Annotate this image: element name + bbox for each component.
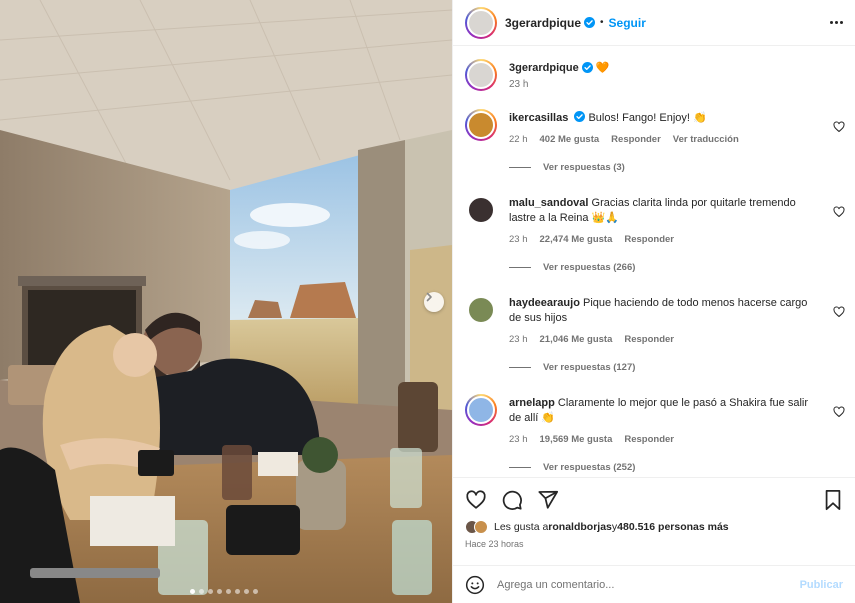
comment-likes[interactable]: 402 Me gusta [540, 132, 600, 147]
header-separator: • [600, 17, 604, 28]
like-comment-heart-icon[interactable] [833, 406, 845, 418]
reply-button[interactable]: Responder [624, 332, 674, 347]
verified-badge-icon [574, 111, 586, 122]
comment-item: ikercasillas Bulos! Fango! Enjoy! 👏 22 h… [453, 109, 855, 175]
view-replies-button[interactable]: Ver respuestas (266) [509, 260, 815, 275]
view-replies-label: Ver respuestas (3) [543, 162, 625, 173]
comment-likes[interactable]: 21,046 Me gusta [540, 332, 613, 347]
like-comment-heart-icon[interactable] [833, 306, 845, 318]
carousel-dot [199, 589, 204, 594]
comment-input[interactable] [497, 578, 800, 591]
carousel-dot [190, 589, 195, 594]
likes-summary: Les gusta a ronaldborjas y 480.516 perso… [465, 520, 843, 534]
likes-count[interactable]: 480.516 personas más [617, 521, 729, 533]
comment-icon[interactable] [501, 489, 523, 511]
share-icon[interactable] [537, 489, 559, 511]
likes-prefix: Les gusta a [494, 521, 549, 533]
more-options-icon[interactable] [830, 21, 843, 24]
comment-item: arnelapp Claramente lo mejor que le pasó… [453, 394, 855, 475]
post-time[interactable]: Hace 23 horas [465, 539, 843, 549]
publish-button[interactable]: Publicar [800, 579, 843, 591]
view-replies-button[interactable]: Ver respuestas (252) [509, 460, 815, 475]
carousel-dot [226, 589, 231, 594]
post-header: 3gerardpique • Seguir [453, 0, 855, 46]
comment-time[interactable]: 23 h [509, 232, 528, 247]
comment-item: haydeearaujo Pique haciendo de todo meno… [453, 294, 855, 375]
view-replies-button[interactable]: Ver respuestas (3) [509, 160, 739, 175]
commenter-avatar[interactable] [465, 109, 497, 141]
instagram-post: 3gerardpique • Seguir 3gerardpique 🧡 23 … [0, 0, 855, 603]
heart-icon[interactable] [465, 489, 487, 511]
comment-time[interactable]: 22 h [509, 132, 528, 147]
comment-username[interactable]: malu_sandoval [509, 197, 588, 209]
comment-time[interactable]: 23 h [509, 332, 528, 347]
post-caption: 3gerardpique 🧡 23 h [453, 47, 855, 91]
photo-illustration [0, 0, 452, 603]
comment-username[interactable]: arnelapp [509, 397, 555, 409]
comment-username[interactable]: haydeearaujo [509, 297, 580, 309]
follow-button[interactable]: Seguir [609, 16, 646, 30]
reply-button[interactable]: Responder [611, 132, 661, 147]
commenter-avatar[interactable] [465, 294, 497, 326]
view-replies-label: Ver respuestas (252) [543, 462, 636, 473]
comment-item: malu_sandoval Gracias clarita linda por … [453, 194, 855, 275]
reply-button[interactable]: Responder [624, 432, 674, 447]
next-slide-button[interactable] [424, 292, 444, 312]
carousel-dot [235, 589, 240, 594]
chevron-right-icon [426, 292, 432, 302]
post-actions: Les gusta a ronaldborjas y 480.516 perso… [453, 477, 855, 549]
verified-badge-icon [584, 17, 596, 28]
view-replies-button[interactable]: Ver respuestas (127) [509, 360, 815, 375]
caption-username[interactable]: 3gerardpique [509, 62, 579, 74]
carousel-indicator [190, 589, 258, 594]
comment-text: Bulos! Fango! Enjoy! 👏 [588, 112, 707, 124]
comment-username[interactable]: ikercasillas [509, 112, 568, 124]
commenter-avatar[interactable] [465, 194, 497, 226]
post-photo[interactable] [0, 0, 452, 603]
view-replies-label: Ver respuestas (266) [543, 262, 636, 273]
commenter-avatar[interactable] [465, 394, 497, 426]
carousel-dot [217, 589, 222, 594]
caption-time: 23 h [509, 79, 529, 90]
comment-likes[interactable]: 19,569 Me gusta [540, 432, 613, 447]
carousel-dot [208, 589, 213, 594]
comment-likes[interactable]: 22,474 Me gusta [540, 232, 613, 247]
emoji-icon[interactable] [465, 575, 485, 595]
verified-badge-icon [581, 62, 593, 73]
author-avatar[interactable] [465, 59, 497, 91]
bookmark-icon[interactable] [823, 489, 843, 511]
add-comment-bar: Publicar [453, 565, 855, 603]
author-username[interactable]: 3gerardpique [505, 16, 581, 30]
liker-avatar [474, 520, 488, 534]
carousel-dot [244, 589, 249, 594]
comments-list[interactable]: 3gerardpique 🧡 23 h ikercasillas Bulos! … [453, 47, 855, 477]
liker-username[interactable]: ronaldborjas [548, 521, 612, 533]
translate-button[interactable]: Ver traducción [673, 132, 739, 147]
author-avatar[interactable] [465, 6, 497, 39]
like-comment-heart-icon[interactable] [833, 206, 845, 218]
caption-emoji: 🧡 [595, 62, 610, 74]
reply-button[interactable]: Responder [624, 232, 674, 247]
carousel-dot [253, 589, 258, 594]
view-replies-label: Ver respuestas (127) [543, 362, 636, 373]
comment-time[interactable]: 23 h [509, 432, 528, 447]
like-comment-heart-icon[interactable] [833, 121, 845, 133]
post-side-panel: 3gerardpique • Seguir 3gerardpique 🧡 23 … [452, 0, 855, 603]
